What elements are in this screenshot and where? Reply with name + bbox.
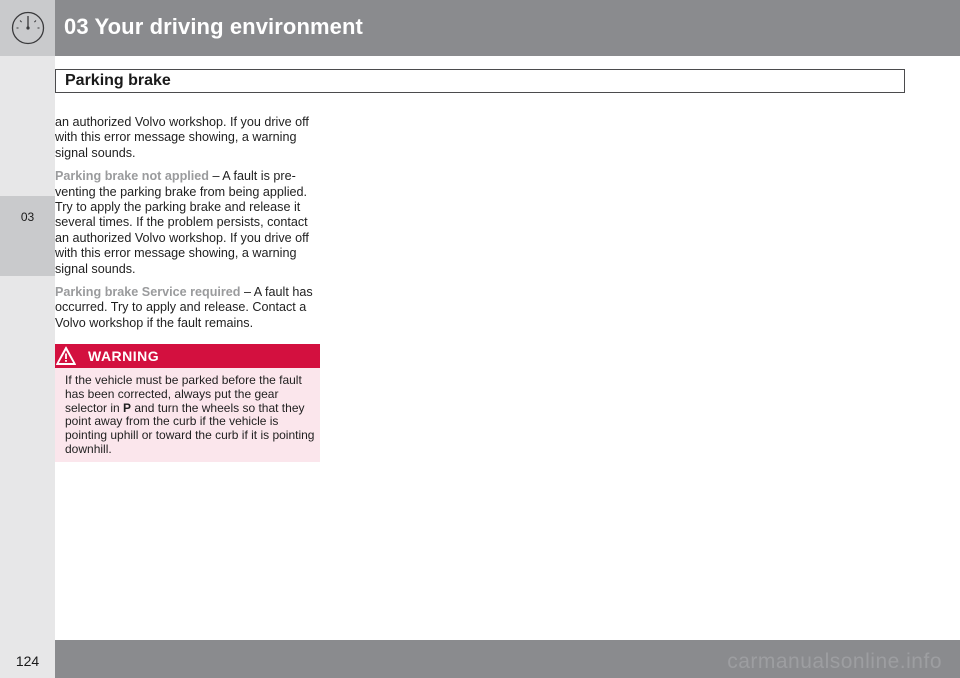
watermark: carmanualsonline.info bbox=[727, 650, 942, 673]
warning-triangle-icon bbox=[56, 346, 76, 365]
gear-position: P bbox=[123, 400, 132, 415]
message-name-service-required: Parking brake Service required bbox=[55, 285, 241, 300]
section-title: Parking brake bbox=[65, 72, 171, 89]
body-paragraph-3: Parking brake Service required – A fault… bbox=[55, 285, 321, 331]
message-text-not-applied: – A fault is pre-venting the parking bra… bbox=[55, 169, 309, 276]
chapter-tab-label: 03 bbox=[20, 210, 35, 224]
warning-title: WARNING bbox=[88, 348, 160, 364]
section-heading-box: Parking brake bbox=[55, 69, 905, 93]
body-paragraph-2: Parking brake not applied – A fault is p… bbox=[55, 169, 321, 277]
gauge-icon bbox=[11, 11, 45, 45]
body-paragraph-1: an authorized Volvo workshop. If you dri… bbox=[55, 115, 309, 160]
warning-box: WARNING If the vehicle must be parked be… bbox=[55, 344, 320, 462]
page-number-box: 124 bbox=[0, 640, 55, 678]
left-margin-strip bbox=[0, 56, 55, 640]
chapter-title: 03 Your driving environment bbox=[64, 14, 363, 39]
page-number: 124 bbox=[15, 653, 40, 669]
body-text-column: an authorized Volvo workshop. If you dri… bbox=[55, 115, 321, 339]
warning-header: WARNING bbox=[55, 344, 320, 368]
warning-text: If the vehicle must be parked before the… bbox=[65, 373, 315, 457]
message-name-not-applied: Parking brake not applied bbox=[55, 169, 209, 184]
chapter-tab: 03 bbox=[0, 196, 55, 276]
chapter-icon-box bbox=[0, 0, 55, 56]
